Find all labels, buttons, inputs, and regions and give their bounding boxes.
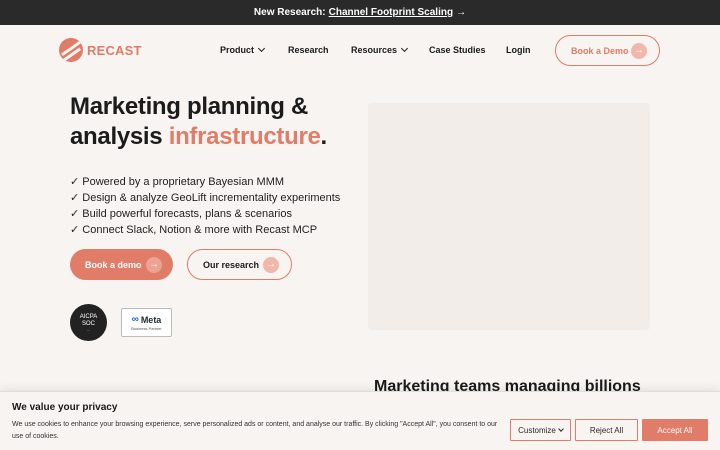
arrow-right-icon: → (146, 256, 162, 273)
book-demo-nav-label: Book a Demo (571, 45, 629, 56)
accept-all-button[interactable]: Accept All (642, 419, 708, 441)
chevron-down-icon (400, 44, 409, 53)
chevron-down-icon (257, 44, 266, 53)
logo[interactable]: RECAST (59, 38, 142, 62)
hero-title-line1: Marketing planning & (70, 93, 309, 120)
meta-sub: Business Partner (131, 326, 162, 331)
hero-visual (368, 103, 650, 330)
cookie-text: We use cookies to enhance your browsing … (12, 421, 498, 440)
logo-icon (59, 38, 83, 62)
customize-button[interactable]: Customize (510, 419, 571, 441)
feature-item: ✓ Build powerful forecasts, plans & scen… (70, 208, 292, 220)
accept-all-label: Accept All (657, 425, 693, 435)
feature-list: ✓ Powered by a proprietary Bayesian MMM … (70, 174, 340, 238)
our-research-button[interactable]: Our research → (187, 249, 292, 280)
trust-badges: AICPA SOC — ∞ Meta Business Partner (70, 304, 172, 341)
meta-partner-badge: ∞ Meta Business Partner (121, 308, 172, 337)
hero-title-line2: analysis (70, 123, 169, 150)
arrow-right-icon[interactable]: → (456, 7, 466, 18)
nav-case-studies-label: Case Studies (429, 45, 486, 55)
nav-login-label: Login (506, 45, 531, 55)
hero-title: Marketing planning & analysis infrastruc… (70, 92, 360, 152)
nav-resources-label: Resources (351, 45, 398, 55)
book-demo-nav-button[interactable]: Book a Demo → (555, 35, 660, 66)
aicpa-soc-badge: AICPA SOC — (70, 304, 107, 341)
arrow-right-icon: → (631, 42, 647, 59)
nav-research[interactable]: Research (288, 45, 329, 55)
chevron-down-icon (558, 426, 564, 432)
logo-text: RECAST (87, 42, 142, 58)
meta-infinity-icon: ∞ (131, 314, 139, 325)
announcement-bar: New Research: Channel Footprint Scaling … (0, 0, 720, 25)
nav-resources[interactable]: Resources (351, 44, 409, 55)
nav-product-label: Product (220, 45, 255, 55)
reject-all-label: Reject All (589, 425, 624, 435)
customize-label: Customize (518, 425, 556, 435)
cookie-banner: We value your privacy We use cookies to … (0, 391, 720, 450)
reject-all-button[interactable]: Reject All (575, 419, 638, 441)
book-demo-button[interactable]: Book a demo → (70, 249, 173, 280)
our-research-label: Our research (203, 259, 260, 270)
meta-name: Meta (140, 314, 162, 325)
nav-research-label: Research (288, 45, 329, 55)
announcement-prefix: New Research: (253, 7, 326, 18)
book-demo-label: Book a demo (85, 259, 142, 270)
soc-line2: SOC (81, 320, 95, 327)
cookie-title: We value your privacy (12, 402, 118, 413)
arrow-right-icon: → (263, 256, 279, 273)
announcement-link[interactable]: Channel Footprint Scaling (329, 7, 453, 18)
nav-case-studies[interactable]: Case Studies (429, 45, 486, 55)
soc-fineprint: — (87, 327, 90, 332)
hero-title-accent: infrastructure (168, 123, 321, 150)
feature-item: ✓ Design & analyze GeoLift incrementalit… (70, 192, 341, 204)
hero-title-end: . (320, 123, 328, 150)
nav-login[interactable]: Login (506, 45, 531, 55)
feature-item: ✓ Connect Slack, Notion & more with Reca… (70, 224, 318, 236)
nav-product[interactable]: Product (220, 44, 266, 55)
feature-item: ✓ Powered by a proprietary Bayesian MMM (70, 176, 285, 188)
soc-line1: AICPA (79, 313, 98, 320)
